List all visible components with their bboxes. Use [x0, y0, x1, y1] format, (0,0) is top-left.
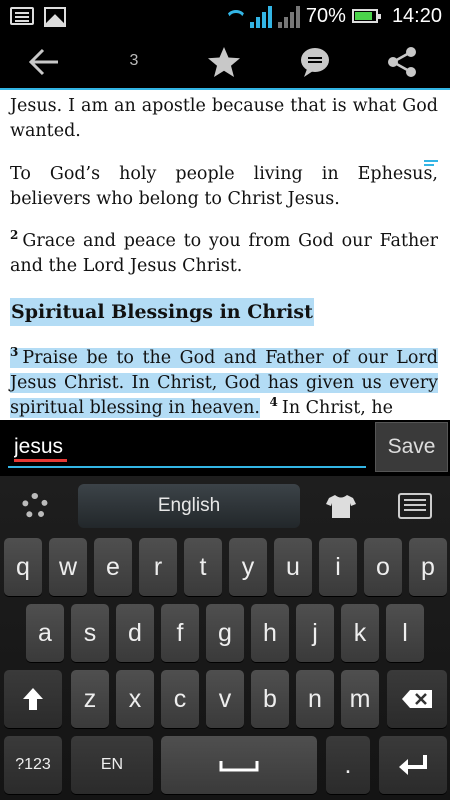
key-a[interactable]: a: [26, 604, 64, 662]
key-f[interactable]: f: [161, 604, 199, 662]
selected-verse-count: 3: [129, 52, 139, 69]
share-button[interactable]: [372, 34, 432, 90]
save-button[interactable]: Save: [375, 422, 448, 472]
verse-2-text: Grace and peace to you from God our Fath…: [10, 231, 438, 276]
key-g[interactable]: g: [206, 604, 244, 662]
key-o[interactable]: o: [364, 538, 402, 596]
enter-key[interactable]: [379, 736, 447, 794]
shift-key[interactable]: [4, 670, 62, 728]
backspace-icon: [402, 690, 432, 708]
comment-icon: [301, 48, 329, 77]
soft-keyboard: English q w e r t y u i o p a s d f g h …: [0, 476, 450, 800]
language-selector[interactable]: English: [78, 484, 300, 528]
key-v[interactable]: v: [206, 670, 244, 728]
verse-4-text: In Christ, he: [281, 398, 394, 418]
section-heading: Spiritual Blessings in Christ: [10, 298, 314, 326]
key-n[interactable]: n: [296, 670, 334, 728]
verse-number: 4: [269, 395, 278, 410]
symbols-key[interactable]: ?123: [4, 736, 62, 794]
bookmark-button[interactable]: [194, 34, 254, 90]
key-s[interactable]: s: [71, 604, 109, 662]
key-t[interactable]: t: [184, 538, 222, 596]
key-j[interactable]: j: [296, 604, 334, 662]
keyboard-notification-icon: [10, 7, 34, 25]
key-l[interactable]: l: [386, 604, 424, 662]
key-i[interactable]: i: [319, 538, 357, 596]
key-w[interactable]: w: [49, 538, 87, 596]
backspace-key[interactable]: [387, 670, 447, 728]
back-arrow-icon: [28, 48, 58, 76]
share-icon: [388, 47, 416, 77]
battery-percent: 70%: [305, 4, 346, 27]
verse-text-2[interactable]: To God’s holy people living in Ephesus, …: [10, 162, 438, 212]
language-key[interactable]: EN: [71, 736, 153, 794]
key-z[interactable]: z: [71, 670, 109, 728]
wifi-icon: [222, 5, 244, 27]
verse-number: 2: [10, 228, 19, 243]
shift-arrow-icon: [23, 688, 43, 710]
key-u[interactable]: u: [274, 538, 312, 596]
note-button[interactable]: [285, 34, 345, 90]
verse-3[interactable]: 3 Praise be to the God and Father of our …: [10, 346, 438, 420]
back-button[interactable]: [14, 34, 74, 90]
battery-icon: [351, 9, 381, 23]
image-notification-icon: [44, 7, 66, 27]
space-key[interactable]: [161, 736, 317, 794]
verse-number: 3: [10, 345, 19, 360]
key-h[interactable]: h: [251, 604, 289, 662]
spellcheck-underline: [14, 459, 67, 462]
bible-text-view[interactable]: Jesus. I am an apostle because that is w…: [0, 90, 450, 420]
signal-icon: [249, 4, 272, 28]
enter-arrow-icon: [399, 755, 427, 775]
key-m[interactable]: m: [341, 670, 379, 728]
theme-shirt-icon[interactable]: [326, 494, 356, 518]
key-d[interactable]: d: [116, 604, 154, 662]
star-icon: [208, 47, 240, 77]
key-r[interactable]: r: [139, 538, 177, 596]
verse-text-1[interactable]: Jesus. I am an apostle because that is w…: [10, 94, 438, 144]
key-k[interactable]: k: [341, 604, 379, 662]
key-c[interactable]: c: [161, 670, 199, 728]
key-e[interactable]: e: [94, 538, 132, 596]
key-p[interactable]: p: [409, 538, 447, 596]
note-marker-icon[interactable]: [424, 160, 438, 172]
hide-keyboard-icon[interactable]: [398, 493, 432, 519]
note-text-input[interactable]: [8, 428, 366, 468]
period-key[interactable]: .: [326, 736, 370, 794]
settings-gear-icon[interactable]: [22, 493, 48, 519]
key-y[interactable]: y: [229, 538, 267, 596]
key-q[interactable]: q: [4, 538, 42, 596]
verse-2[interactable]: 2 Grace and peace to you from God our Fat…: [10, 229, 438, 279]
note-input-bar: Save: [0, 420, 450, 476]
clock: 14:20: [391, 4, 442, 27]
signal-2-icon: [277, 4, 300, 28]
key-b[interactable]: b: [251, 670, 289, 728]
space-bar-icon: [219, 761, 259, 772]
app-toolbar: 3: [0, 34, 450, 90]
key-x[interactable]: x: [116, 670, 154, 728]
status-bar: 70% 14:20: [0, 0, 450, 34]
